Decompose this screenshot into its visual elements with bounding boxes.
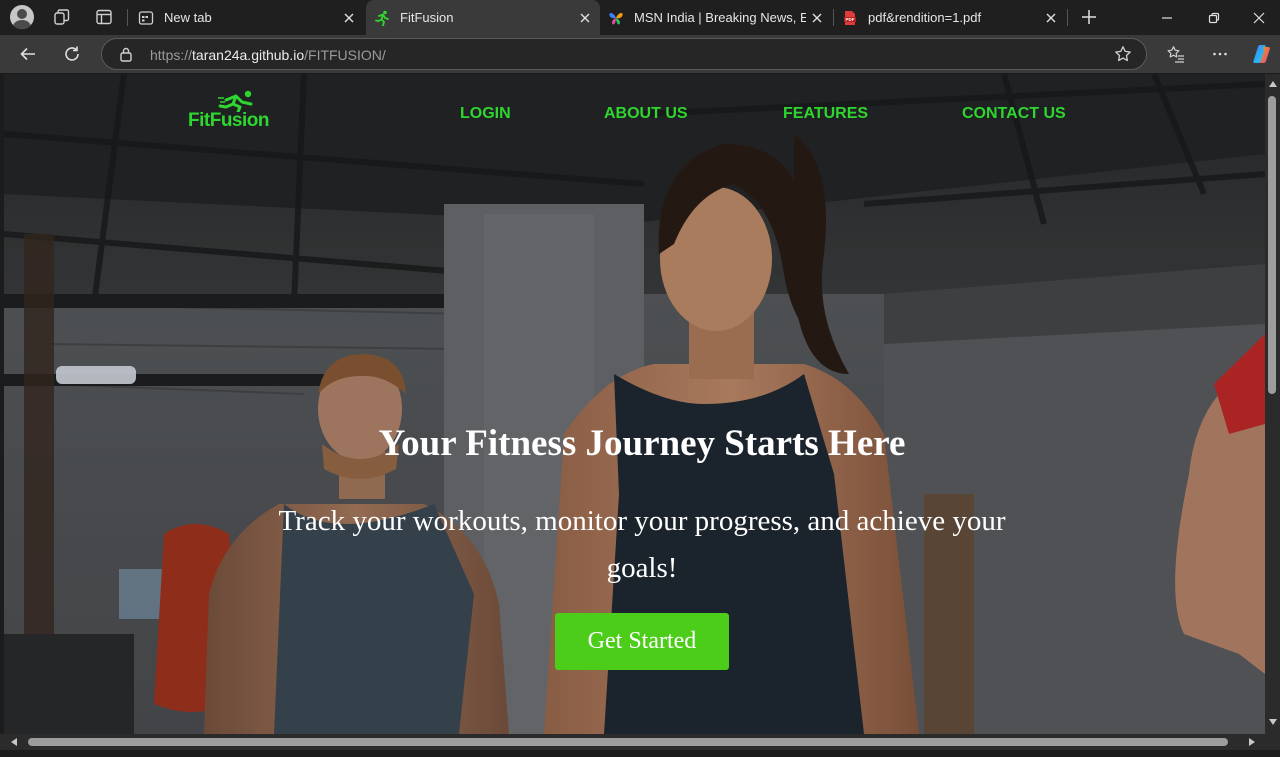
close-tab-icon[interactable] [806,7,828,29]
lock-icon[interactable] [119,46,133,67]
logo-text: FitFusion [188,110,269,131]
nav-contact-us[interactable]: CONTACT US [962,105,1066,123]
nav-about-us[interactable]: ABOUT US [604,105,688,123]
vertical-tabs-icon[interactable] [93,6,115,28]
back-arrow-icon[interactable] [15,41,41,67]
get-started-button[interactable]: Get Started [555,613,729,670]
close-tab-icon[interactable] [338,7,360,29]
vertical-scrollbar[interactable] [1265,74,1280,734]
url-text[interactable]: https://taran24a.github.io/FITFUSION/ [150,47,386,63]
address-bar[interactable]: https://taran24a.github.io/FITFUSION/ [101,38,1147,70]
tab-new-tab[interactable]: New tab [130,0,364,35]
scroll-up-arrow-icon[interactable] [1267,78,1279,90]
workspaces-icon[interactable] [51,6,73,28]
tab-title: MSN India | Breaking News, Ente [634,10,806,25]
window-bottom-edge [0,750,1280,757]
hero-subtitle: Track your workouts, monitor your progre… [278,505,1006,584]
tab-title: New tab [164,10,212,25]
scrollbar-corner [1265,734,1280,750]
new-tab-page-icon [138,10,154,26]
url-path: /FITFUSION/ [304,47,386,63]
restore-icon[interactable] [1191,0,1237,35]
svg-text:PDF: PDF [846,17,855,22]
fitfusion-logo[interactable]: FitFusion [188,90,278,132]
horizontal-scrollbar[interactable] [0,734,1265,750]
scroll-left-arrow-icon[interactable] [8,736,20,748]
nav-login[interactable]: LOGIN [460,105,511,123]
new-tab-plus-icon[interactable] [1078,6,1100,28]
url-scheme: https:// [150,47,193,63]
favorites-list-icon[interactable] [1163,41,1189,67]
close-window-icon[interactable] [1236,0,1280,35]
minimize-icon[interactable] [1144,0,1190,35]
copilot-icon[interactable] [1249,41,1275,67]
browser-toolbar: https://taran24a.github.io/FITFUSION/ [0,35,1280,73]
runner-logo-icon [218,90,253,112]
tab-separator [1067,9,1068,26]
scroll-right-arrow-icon[interactable] [1246,736,1258,748]
profile-avatar[interactable] [10,5,34,29]
vertical-scroll-thumb[interactable] [1268,96,1276,394]
runner-favicon-icon [374,10,390,26]
more-menu-icon[interactable] [1207,41,1233,67]
close-tab-icon[interactable] [1040,7,1062,29]
refresh-icon[interactable] [59,41,85,67]
horizontal-scroll-thumb[interactable] [28,738,1228,746]
msn-butterfly-icon [608,10,624,26]
tab-title: pdf&rendition=1.pdf [868,10,982,25]
close-tab-icon[interactable] [574,7,596,29]
tab-msn[interactable]: MSN India | Breaking News, Ente [600,0,832,35]
tab-fitfusion[interactable]: FitFusion [366,0,600,35]
hero-title: Your Fitness Journey Starts Here [378,423,906,464]
pdf-file-icon: PDF [842,10,858,26]
url-host: taran24a.github.io [192,47,305,63]
site-navbar: FitFusion LOGIN ABOUT US FEATURES CONTAC… [4,74,1265,154]
favorite-star-icon[interactable] [1114,45,1132,68]
tab-strip: New tab FitFusion MSN India | Breaking N… [0,0,1280,35]
scroll-down-arrow-icon[interactable] [1267,716,1279,728]
tab-title: FitFusion [400,10,454,25]
nav-features[interactable]: FEATURES [783,105,868,123]
tab-separator [127,9,128,26]
page-viewport: FitFusion LOGIN ABOUT US FEATURES CONTAC… [4,74,1265,734]
tab-pdf[interactable]: PDF pdf&rendition=1.pdf [834,0,1066,35]
